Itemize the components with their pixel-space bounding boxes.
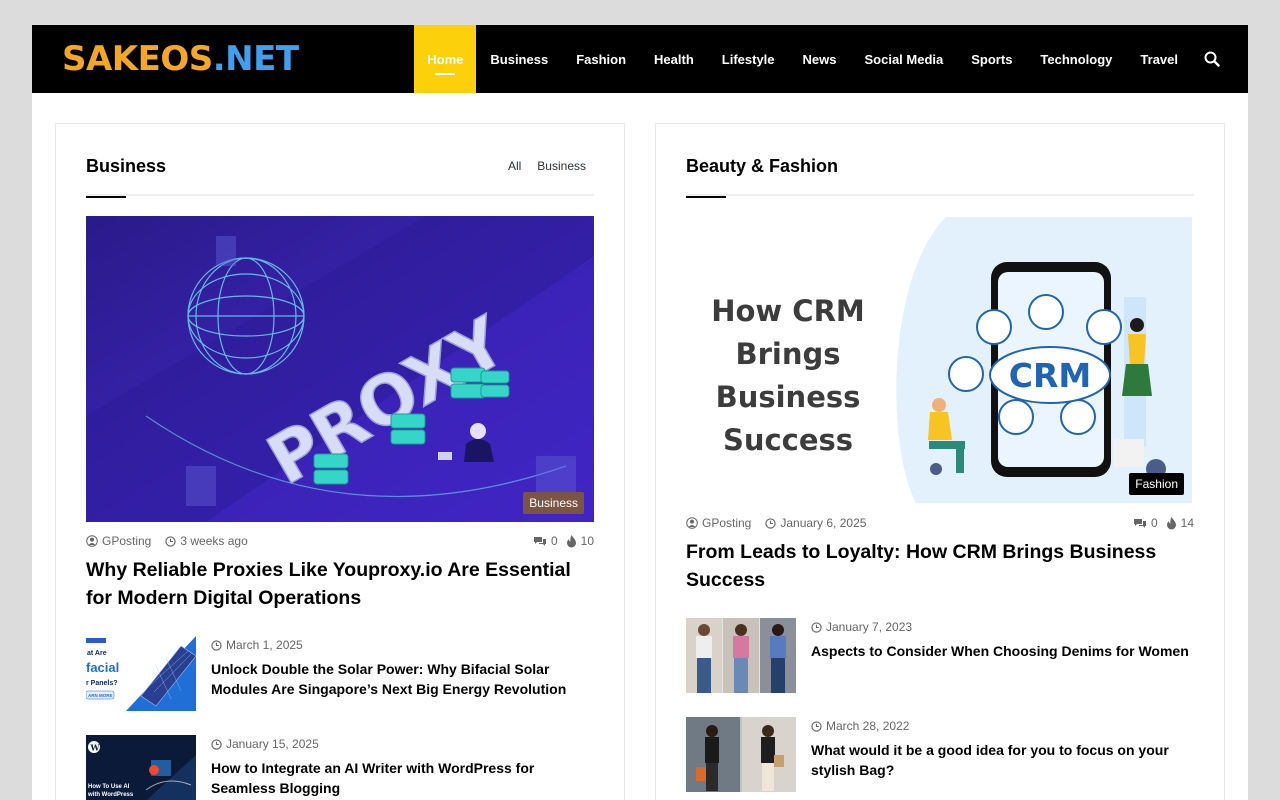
post-date-text: March 1, 2025 xyxy=(226,638,303,652)
image-text-1: How CRM xyxy=(711,294,865,328)
logo-part-1: SAKEOS xyxy=(62,39,213,79)
nav-item-business[interactable]: Business xyxy=(476,25,562,93)
hero-meta: GPosting 3 weeks ago xyxy=(86,534,248,548)
comments-icon xyxy=(1133,518,1146,528)
image-text-4: Success xyxy=(723,423,853,457)
category-badge[interactable]: Fashion xyxy=(1129,473,1184,495)
tab-all[interactable]: All xyxy=(508,159,521,173)
post-date: January 7, 2023 xyxy=(811,620,912,634)
section-header: Beauty & Fashion xyxy=(686,156,1194,198)
crm-illustration: How CRM Brings Business Success CRM xyxy=(686,217,1192,503)
post-date: January 15, 2025 xyxy=(211,737,319,751)
post-date-text: March 28, 2022 xyxy=(826,719,910,733)
comments-count[interactable]: 0 xyxy=(551,534,558,548)
nav-item-sports[interactable]: Sports xyxy=(957,25,1026,93)
image-crm-text: CRM xyxy=(1009,356,1091,395)
post-thumbnail[interactable]: at Are facial r Panels? ARN MORE xyxy=(86,636,196,711)
post-title[interactable]: How to Integrate an AI Writer with WordP… xyxy=(211,758,596,798)
comments-icon xyxy=(533,536,546,546)
svg-text:W: W xyxy=(90,743,101,753)
tab-business[interactable]: Business xyxy=(537,159,586,173)
fire-icon xyxy=(1166,516,1176,529)
hero-image[interactable]: How CRM Brings Business Success CRM Fash… xyxy=(686,217,1192,503)
hero-post-title[interactable]: Why Reliable Proxies Like Youproxy.io Ar… xyxy=(86,556,594,612)
nav-item-health[interactable]: Health xyxy=(640,25,708,93)
nav-item-lifestyle[interactable]: Lifestyle xyxy=(708,25,789,93)
comments-count[interactable]: 0 xyxy=(1151,516,1158,530)
list-item: March 28, 2022 What would it be a good i… xyxy=(686,717,1194,792)
site-header: SAKEOS.NET Home Business Fashion Health … xyxy=(32,25,1248,93)
views-count: 14 xyxy=(1180,516,1194,530)
post-date: January 6, 2025 xyxy=(780,516,867,530)
nav-item-social-media[interactable]: Social Media xyxy=(851,25,958,93)
denims-thumbnail xyxy=(686,618,796,693)
thumb-text-3: r Panels? xyxy=(86,680,118,687)
post-title[interactable]: Unlock Double the Solar Power: Why Bifac… xyxy=(211,659,596,699)
hero-post-title[interactable]: From Leads to Loyalty: How CRM Brings Bu… xyxy=(686,538,1194,594)
wordpress-thumbnail: W How To Use AI with WordPress xyxy=(86,735,196,800)
clock-icon xyxy=(811,720,822,732)
list-item: January 7, 2023 Aspects to Consider When… xyxy=(686,618,1194,693)
post-date: March 28, 2022 xyxy=(811,719,909,733)
post-title[interactable]: Aspects to Consider When Choosing Denims… xyxy=(811,641,1196,661)
main-nav: Home Business Fashion Health Lifestyle N… xyxy=(414,25,1220,93)
clock-icon xyxy=(765,517,777,529)
hero-meta: GPosting January 6, 2025 xyxy=(686,516,866,530)
user-icon xyxy=(686,517,698,529)
post-date-text: January 7, 2023 xyxy=(826,620,913,634)
post-date: 3 weeks ago xyxy=(180,534,248,548)
nav-item-news[interactable]: News xyxy=(789,25,851,93)
main-content: Business All Business PROXY Business GPo… xyxy=(32,93,1248,800)
bag-thumbnail xyxy=(686,717,796,792)
image-text-2: Brings xyxy=(735,337,840,371)
thumb-text-4: ARN MORE xyxy=(88,693,113,698)
section-header: Business All Business xyxy=(86,156,594,198)
clock-icon xyxy=(211,639,222,651)
clock-icon xyxy=(811,621,822,633)
category-badge[interactable]: Business xyxy=(523,492,584,514)
post-thumbnail[interactable] xyxy=(686,618,796,693)
hero-stats: 0 10 xyxy=(533,534,594,548)
nav-item-technology[interactable]: Technology xyxy=(1026,25,1126,93)
list-item: W How To Use AI with WordPress January 1… xyxy=(86,735,594,800)
post-title[interactable]: What would it be a good idea for you to … xyxy=(811,740,1196,780)
site-logo[interactable]: SAKEOS.NET xyxy=(62,39,299,79)
author-name[interactable]: GPosting xyxy=(702,516,751,530)
thumb-text-2: facial xyxy=(86,660,119,675)
business-section: Business All Business PROXY Business GPo… xyxy=(55,123,625,800)
proxy-illustration: PROXY xyxy=(86,216,594,522)
clock-icon xyxy=(165,535,177,547)
fashion-section: Beauty & Fashion How CRM Brings Business… xyxy=(655,123,1225,800)
nav-item-home[interactable]: Home xyxy=(414,25,477,93)
thumb-text-1: How To Use AI xyxy=(88,784,130,790)
logo-part-2: .NET xyxy=(212,39,299,79)
views-count: 10 xyxy=(580,534,594,548)
post-date: March 1, 2025 xyxy=(211,638,303,652)
author-name[interactable]: GPosting xyxy=(102,534,151,548)
user-icon xyxy=(86,535,98,547)
section-tabs: All Business xyxy=(508,159,586,173)
post-thumbnail[interactable] xyxy=(686,717,796,792)
search-button[interactable] xyxy=(1192,25,1220,93)
nav-item-travel[interactable]: Travel xyxy=(1126,25,1192,93)
clock-icon xyxy=(211,738,222,750)
hero-stats: 0 14 xyxy=(1133,516,1194,530)
hero-image[interactable]: PROXY Business xyxy=(86,216,594,522)
section-title: Beauty & Fashion xyxy=(686,156,839,176)
solar-thumbnail: at Are facial r Panels? ARN MORE xyxy=(86,636,196,711)
search-icon xyxy=(1204,51,1220,67)
list-item: at Are facial r Panels? ARN MORE March 1… xyxy=(86,636,594,711)
nav-item-fashion[interactable]: Fashion xyxy=(562,25,640,93)
image-text-3: Business xyxy=(716,380,861,414)
post-date-text: January 15, 2025 xyxy=(226,737,319,751)
thumb-text-1: at Are xyxy=(87,650,107,657)
thumb-text-2: with WordPress xyxy=(87,792,134,798)
fire-icon xyxy=(566,534,576,547)
post-thumbnail[interactable]: W How To Use AI with WordPress xyxy=(86,735,196,800)
